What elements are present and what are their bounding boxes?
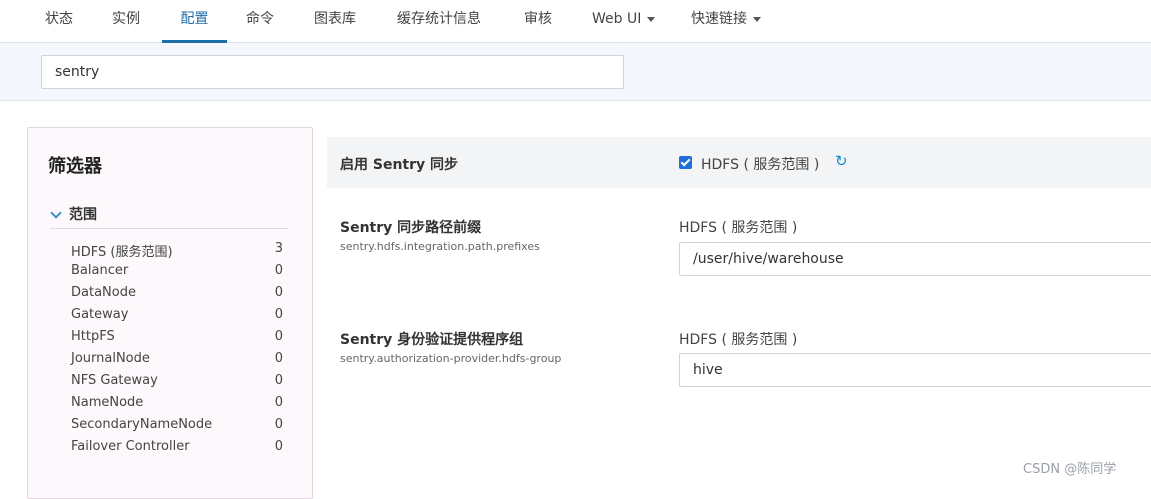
config-key: sentry.authorization-provider.hdfs-group bbox=[340, 352, 562, 365]
chevron-down-icon bbox=[50, 207, 62, 219]
filter-item-count: 0 bbox=[274, 439, 283, 454]
filter-item-count: 0 bbox=[274, 417, 283, 432]
tab-status[interactable]: 状态 bbox=[45, 0, 73, 40]
scope-section-toggle[interactable]: 范围 bbox=[50, 204, 288, 229]
tab-quick-links[interactable]: 快速链接 bbox=[691, 0, 761, 40]
filter-item[interactable]: Failover Controller 0 bbox=[71, 439, 283, 459]
config-scope: HDFS ( 服务范围 ) bbox=[679, 332, 798, 348]
filter-item-count: 0 bbox=[274, 285, 283, 300]
tab-quick-links-label: 快速链接 bbox=[691, 11, 747, 27]
tab-cache-statistics[interactable]: 缓存统计信息 bbox=[397, 0, 481, 40]
filter-item-count: 0 bbox=[274, 307, 283, 322]
filter-item[interactable]: Balancer 0 bbox=[71, 263, 283, 283]
filter-item-name: HttpFS bbox=[71, 329, 115, 344]
filter-item-count: 0 bbox=[274, 373, 283, 388]
filter-item[interactable]: SecondaryNameNode 0 bbox=[71, 417, 283, 437]
filter-item[interactable]: NFS Gateway 0 bbox=[71, 373, 283, 393]
filter-item-name: NFS Gateway bbox=[71, 373, 158, 388]
filter-item[interactable]: JournalNode 0 bbox=[71, 351, 283, 371]
filter-item-count: 0 bbox=[274, 395, 283, 410]
search-input[interactable] bbox=[41, 55, 624, 89]
caret-down-icon bbox=[753, 16, 761, 22]
undo-icon[interactable]: ↻ bbox=[835, 152, 848, 170]
filter-item-count: 0 bbox=[274, 351, 283, 366]
tab-configuration[interactable]: 配置 bbox=[162, 0, 227, 43]
filter-item-count: 0 bbox=[274, 263, 283, 278]
filter-item-name: Gateway bbox=[71, 307, 129, 322]
scope-label: 范围 bbox=[69, 207, 97, 223]
filter-item[interactable]: Gateway 0 bbox=[71, 307, 283, 327]
tab-instances[interactable]: 实例 bbox=[112, 0, 140, 40]
filter-item-name: HDFS (服务范围) bbox=[71, 245, 173, 260]
filter-panel: 筛选器 范围 HDFS (服务范围) 3 Balancer 0 DataNode 0 … bbox=[27, 127, 313, 499]
authorization-group-input[interactable] bbox=[679, 353, 1151, 387]
filter-title: 筛选器 bbox=[48, 156, 102, 177]
filter-item[interactable]: NameNode 0 bbox=[71, 395, 283, 415]
config-scope: HDFS ( 服务范围 ) bbox=[701, 157, 820, 173]
tab-commands[interactable]: 命令 bbox=[246, 0, 274, 40]
filter-item-name: SecondaryNameNode bbox=[71, 417, 213, 432]
config-scope: HDFS ( 服务范围 ) bbox=[679, 220, 798, 236]
tab-audits[interactable]: 审核 bbox=[524, 0, 552, 40]
watermark: CSDN @陈同学 bbox=[1023, 462, 1117, 477]
filter-item-name: JournalNode bbox=[71, 351, 150, 366]
config-label: Sentry 同步路径前缀 bbox=[340, 220, 482, 236]
search-bar bbox=[0, 43, 1151, 101]
filter-item-count: 3 bbox=[274, 241, 283, 256]
tab-web-ui[interactable]: Web UI bbox=[592, 0, 656, 40]
config-key: sentry.hdfs.integration.path.prefixes bbox=[340, 240, 540, 253]
enable-sentry-sync-checkbox[interactable] bbox=[679, 156, 692, 169]
tab-web-ui-label: Web UI bbox=[592, 11, 642, 27]
filter-item[interactable]: DataNode 0 bbox=[71, 285, 283, 305]
filter-item-count: 0 bbox=[274, 329, 283, 344]
filter-item-name: DataNode bbox=[71, 285, 136, 300]
filter-item-name: Failover Controller bbox=[71, 439, 190, 454]
filter-item-name: Balancer bbox=[71, 263, 129, 278]
filter-item-name: NameNode bbox=[71, 395, 144, 410]
top-nav: 状态 实例 配置 命令 图表库 缓存统计信息 审核 Web UI 快速链接 bbox=[0, 0, 1151, 43]
config-label: 启用 Sentry 同步 bbox=[340, 157, 459, 173]
filter-item[interactable]: HttpFS 0 bbox=[71, 329, 283, 349]
tab-charts-library[interactable]: 图表库 bbox=[314, 0, 356, 40]
filter-item[interactable]: HDFS (服务范围) 3 bbox=[71, 241, 283, 261]
caret-down-icon bbox=[647, 16, 656, 22]
path-prefix-input[interactable] bbox=[679, 242, 1151, 276]
config-label: Sentry 身份验证提供程序组 bbox=[340, 332, 524, 348]
